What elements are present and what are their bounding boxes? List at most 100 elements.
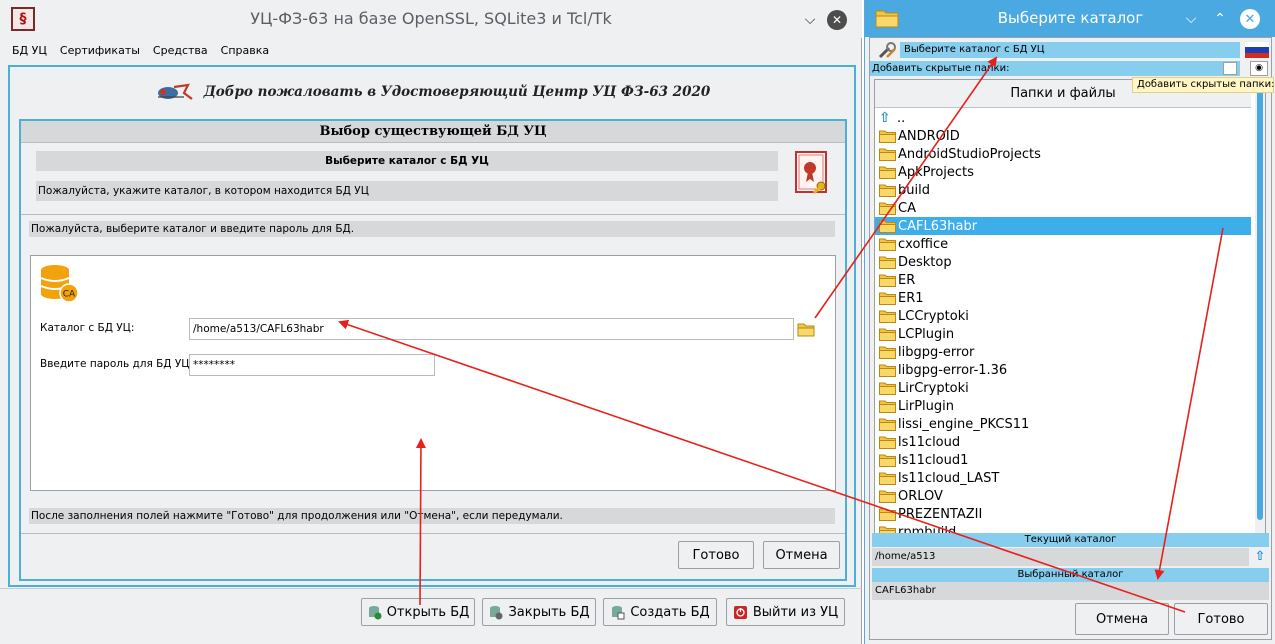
select-db-group: Выбор существующей БД УЦ Выберите катало… bbox=[19, 119, 847, 581]
list-item[interactable]: CAFL63habr bbox=[875, 217, 1251, 235]
create-db-label: Создать БД bbox=[630, 604, 710, 620]
close-icon[interactable]: ✕ bbox=[1240, 9, 1260, 29]
list-item-label: ls11cloud bbox=[898, 434, 961, 450]
list-item-label: .. bbox=[897, 110, 906, 126]
menubar: БД УЦ Сертификаты Средства Справка bbox=[0, 38, 862, 62]
menu-certificates[interactable]: Сертификаты bbox=[60, 44, 140, 57]
menu-bd[interactable]: БД УЦ bbox=[12, 44, 47, 57]
dialog-done-button[interactable]: Готово bbox=[1174, 603, 1268, 635]
done-button[interactable]: Готово bbox=[678, 541, 754, 569]
dialog-titlebar: Выберите каталог ⌵ ⌃ ✕ bbox=[865, 0, 1275, 37]
up-arrow-icon: ⇧ bbox=[879, 110, 891, 126]
list-item[interactable]: LirPlugin bbox=[875, 397, 1251, 415]
close-db-label: Закрыть БД bbox=[508, 604, 590, 620]
up-arrow-icon[interactable]: ⇧ bbox=[1251, 548, 1269, 566]
list-item-label: LirPlugin bbox=[898, 398, 954, 414]
database-close-icon bbox=[490, 605, 503, 619]
folder-icon bbox=[879, 382, 896, 395]
list-item[interactable]: ls11cloud_LAST bbox=[875, 469, 1251, 487]
separator bbox=[21, 214, 845, 215]
list-item[interactable]: libgpg-error bbox=[875, 343, 1251, 361]
scroll-thumb[interactable] bbox=[1257, 90, 1263, 520]
form-panel: CA Каталог с БД УЦ: /home/a513/CAFL63hab… bbox=[30, 255, 836, 491]
language-flag-icon[interactable] bbox=[1245, 42, 1269, 58]
list-item[interactable]: cxoffice bbox=[875, 235, 1251, 253]
tools-icon bbox=[878, 42, 896, 59]
list-item[interactable]: LCPlugin bbox=[875, 325, 1251, 343]
list-item[interactable]: ls11cloud1 bbox=[875, 451, 1251, 469]
open-db-button[interactable]: Открыть БД bbox=[361, 598, 475, 626]
hint-title: Выберите каталог с БД УЦ bbox=[36, 151, 778, 171]
menu-tools[interactable]: Средства bbox=[153, 44, 208, 57]
list-item-label: ApkProjects bbox=[898, 164, 974, 180]
chosen-dir-label: Выбранный каталог bbox=[872, 568, 1269, 582]
list-item[interactable]: ORLOV bbox=[875, 487, 1251, 505]
list-item[interactable]: lissi_engine_PKCS11 bbox=[875, 415, 1251, 433]
menu-help[interactable]: Справка bbox=[221, 44, 269, 57]
folder-icon bbox=[879, 310, 896, 323]
folder-dialog: Выберите каталог ⌵ ⌃ ✕ Выберите каталог … bbox=[864, 0, 1275, 644]
list-item[interactable]: libgpg-error-1.36 bbox=[875, 361, 1251, 379]
list-item[interactable]: ls11cloud bbox=[875, 433, 1251, 451]
folder-icon bbox=[879, 238, 896, 251]
list-item-label: ER1 bbox=[898, 290, 924, 306]
open-db-label: Открыть БД bbox=[386, 604, 470, 620]
hidden-folders-checkbox[interactable] bbox=[1223, 62, 1237, 75]
folder-icon bbox=[879, 418, 896, 431]
list-item-label: libgpg-error bbox=[898, 344, 975, 360]
minimize-icon[interactable]: ⌵ bbox=[800, 10, 820, 30]
list-item-label: build bbox=[898, 182, 930, 198]
list-item-label: lissi_engine_PKCS11 bbox=[898, 416, 1030, 432]
db-badge-text: CA bbox=[63, 290, 76, 300]
folder-icon bbox=[879, 292, 896, 305]
list-item-parent[interactable]: ⇧.. bbox=[875, 109, 1251, 127]
catalog-label: Каталог с БД УЦ: bbox=[40, 322, 135, 334]
list-item-label: cxoffice bbox=[898, 236, 949, 252]
list-item[interactable]: build bbox=[875, 181, 1251, 199]
list-item-label: libgpg-error-1.36 bbox=[898, 362, 1008, 378]
scrollbar[interactable] bbox=[1255, 80, 1265, 533]
catalog-input[interactable]: /home/a513/CAFL63habr bbox=[189, 318, 794, 340]
eye-icon[interactable]: ◉ bbox=[1250, 61, 1268, 76]
list-item[interactable]: AndroidStudioProjects bbox=[875, 145, 1251, 163]
certificate-icon bbox=[795, 151, 827, 194]
list-item-label: ls11cloud_LAST bbox=[898, 470, 1000, 486]
folder-icon bbox=[879, 472, 896, 485]
cancel-button[interactable]: Отмена bbox=[763, 541, 840, 569]
close-db-button[interactable]: Закрыть БД bbox=[482, 598, 596, 626]
list-items: ⇧.. ANDROID AndroidStudioProjects ApkProjec… bbox=[875, 109, 1251, 533]
current-dir-label: Текущий каталог bbox=[872, 533, 1269, 547]
bottom-hint: После заполнения полей нажмите "Готово" … bbox=[29, 508, 835, 524]
tooltip: Добавить скрытые папки: bbox=[1132, 77, 1274, 93]
chevron-up-icon[interactable]: ⌃ bbox=[1210, 9, 1230, 29]
folder-icon bbox=[879, 364, 896, 377]
list-item[interactable]: PREZENTAZII bbox=[875, 505, 1251, 523]
list-item-label: LCPlugin bbox=[898, 326, 955, 342]
list-item[interactable]: ANDROID bbox=[875, 127, 1251, 145]
folder-icon bbox=[879, 166, 896, 179]
list-item-label: LirCryptoki bbox=[898, 380, 969, 396]
list-item[interactable]: LirCryptoki bbox=[875, 379, 1251, 397]
folder-icon bbox=[879, 400, 896, 413]
close-icon[interactable]: ✕ bbox=[827, 10, 847, 30]
chevron-down-icon[interactable]: ⌵ bbox=[1181, 9, 1201, 29]
list-item[interactable]: ApkProjects bbox=[875, 163, 1251, 181]
create-db-button[interactable]: Создать БД bbox=[603, 598, 717, 626]
list-item[interactable]: ER bbox=[875, 271, 1251, 289]
password-input[interactable]: ******** bbox=[189, 354, 435, 376]
exit-button[interactable]: Выйти из УЦ bbox=[726, 598, 845, 626]
folder-icon bbox=[879, 148, 896, 161]
folder-icon bbox=[879, 454, 896, 467]
list-item-label: AndroidStudioProjects bbox=[898, 146, 1041, 162]
folder-icon bbox=[879, 508, 896, 521]
browse-folder-icon[interactable] bbox=[797, 321, 815, 337]
list-item[interactable]: LCCryptoki bbox=[875, 307, 1251, 325]
bottom-toolbar: Открыть БД Закрыть БД Создать БД Выйти и… bbox=[0, 588, 862, 644]
dialog-cancel-button[interactable]: Отмена bbox=[1075, 603, 1169, 635]
content-frame: Добро пожаловать в Удостоверяющий Центр … bbox=[8, 65, 856, 587]
list-item[interactable]: Desktop bbox=[875, 253, 1251, 271]
list-item[interactable]: ER1 bbox=[875, 289, 1251, 307]
list-item[interactable]: CA bbox=[875, 199, 1251, 217]
logo-icon bbox=[157, 83, 193, 100]
list-item-label: Desktop bbox=[898, 254, 952, 270]
